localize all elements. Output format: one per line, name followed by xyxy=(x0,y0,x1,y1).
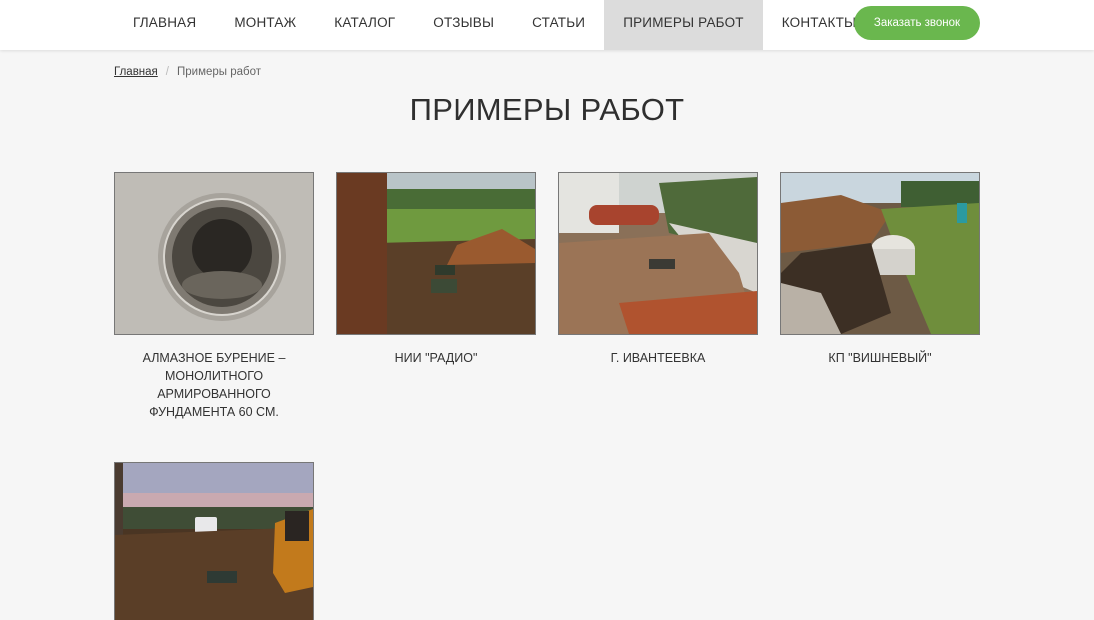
work-photo-ivanteevka[interactable] xyxy=(558,172,758,335)
work-photo-image xyxy=(559,173,757,334)
work-caption[interactable]: АЛМАЗНОЕ БУРЕНИЕ – МОНОЛИТНОГО АРМИРОВАН… xyxy=(114,349,314,421)
work-card[interactable]: АЛМАЗНОЕ БУРЕНИЕ – МОНОЛИТНОГО АРМИРОВАН… xyxy=(114,172,314,421)
nav-item-works[interactable]: ПРИМЕРЫ РАБОТ xyxy=(604,0,763,50)
work-caption[interactable]: КП "ВИШНЕВЫЙ" xyxy=(780,349,980,367)
breadcrumb-home-link[interactable]: Главная xyxy=(114,66,158,78)
work-card[interactable]: НИИ "РАДИО" xyxy=(336,172,536,367)
nav-item-montage[interactable]: МОНТАЖ xyxy=(215,0,315,50)
work-card[interactable]: КП "ВИШНЕВЫЙ" xyxy=(780,172,980,367)
order-call-button[interactable]: Заказать звонок xyxy=(854,6,980,40)
breadcrumb-current: Примеры работ xyxy=(176,66,262,78)
work-photo-diamond-drilling[interactable] xyxy=(114,172,314,335)
main-nav: ГЛАВНАЯ МОНТАЖ КАТАЛОГ ОТЗЫВЫ СТАТЬИ ПРИ… xyxy=(114,0,875,50)
breadcrumb-separator: / xyxy=(165,66,169,78)
work-photo-evening-site[interactable] xyxy=(114,462,314,620)
page-title: ПРИМЕРЫ РАБОТ xyxy=(409,92,685,127)
work-photo-image xyxy=(115,463,313,620)
work-caption[interactable]: НИИ "РАДИО" xyxy=(336,349,536,367)
work-card[interactable] xyxy=(114,462,314,620)
nav-item-catalog[interactable]: КАТАЛОГ xyxy=(315,0,414,50)
work-card[interactable]: Г. ИВАНТЕЕВКА xyxy=(558,172,758,367)
nav-item-home[interactable]: ГЛАВНАЯ xyxy=(114,0,215,50)
top-navbar: ГЛАВНАЯ МОНТАЖ КАТАЛОГ ОТЗЫВЫ СТАТЬИ ПРИ… xyxy=(0,0,1094,50)
breadcrumb: Главная / Примеры работ xyxy=(114,66,261,78)
nav-item-articles[interactable]: СТАТЬИ xyxy=(513,0,604,50)
work-photo-image xyxy=(337,173,535,334)
work-photo-image xyxy=(115,173,313,334)
work-photo-vishnevyy[interactable] xyxy=(780,172,980,335)
work-caption[interactable]: Г. ИВАНТЕЕВКА xyxy=(558,349,758,367)
work-photo-image xyxy=(781,173,979,334)
work-photo-nii-radio[interactable] xyxy=(336,172,536,335)
nav-item-reviews[interactable]: ОТЗЫВЫ xyxy=(414,0,513,50)
